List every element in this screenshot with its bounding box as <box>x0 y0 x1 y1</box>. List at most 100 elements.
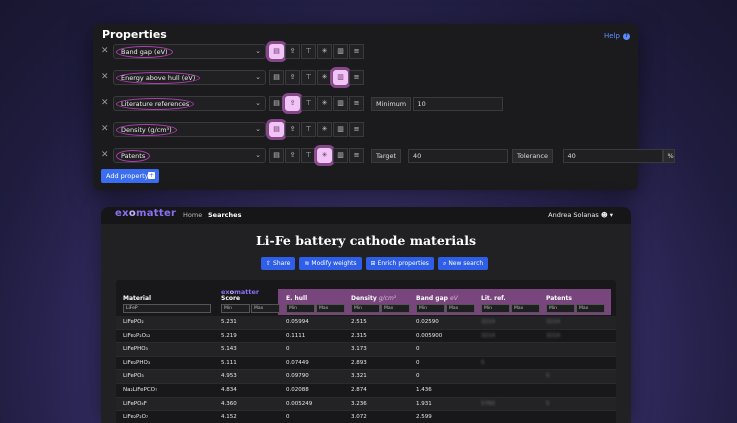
document-icon[interactable]: ▤ <box>269 70 284 85</box>
document-icon[interactable]: ▤ <box>269 122 284 137</box>
cell-bandgap: 1.436 <box>416 386 432 393</box>
min-input[interactable]: Min <box>221 304 250 313</box>
file-icon[interactable]: ▥ <box>333 44 348 59</box>
min-input[interactable]: Min <box>286 304 315 313</box>
cross-arrows-icon[interactable]: ✳ <box>317 96 332 111</box>
property-select[interactable]: Literature references ⌄ <box>113 96 266 111</box>
table-row[interactable]: LiFePO₄F 4.360 0.005249 3.236 1.931 5760 5 <box>116 397 616 412</box>
cell-score: 5.143 <box>221 346 237 353</box>
material-filter-input[interactable]: LiFeP <box>123 304 211 313</box>
results-table: Material exomatter Score E. hull Density… <box>116 280 616 423</box>
table-row[interactable]: LiFePO₃ 4.953 0.09790 3.321 0 5 <box>116 370 616 384</box>
chevron-down-icon: ⌄ <box>255 125 261 133</box>
exomatter-logo[interactable]: exomatter <box>115 208 176 219</box>
add-property-button[interactable]: Add property + <box>101 169 159 183</box>
col-patents[interactable]: Patents <box>546 295 572 302</box>
max-input[interactable]: Max <box>316 304 345 313</box>
chevron-down-icon: ⌄ <box>255 47 261 55</box>
cross-arrows-icon[interactable]: ✳ <box>317 148 332 163</box>
col-score[interactable]: Score <box>221 295 240 302</box>
modify-weights-button[interactable]: ≋ Modify weights <box>299 257 362 270</box>
constraint-input[interactable]: 10 <box>412 97 503 111</box>
cell-ehull: 0.05994 <box>286 319 309 325</box>
align-top-icon[interactable]: ⊤ <box>301 70 316 85</box>
col-density[interactable]: Density g/cm³ <box>351 295 396 302</box>
help-link[interactable]: Help ? <box>604 32 630 40</box>
cell-material: LiFePO₃ <box>123 373 144 380</box>
constraint-input[interactable]: 40 <box>562 149 663 163</box>
cross-arrows-icon[interactable]: ✳ <box>317 70 332 85</box>
max-input[interactable]: Max <box>576 304 605 313</box>
cross-arrows-icon[interactable]: ✳ <box>317 44 332 59</box>
property-select[interactable]: Energy above hull (eV) ⌄ <box>113 70 266 85</box>
max-input[interactable]: Max <box>446 304 475 313</box>
sliders-icon[interactable]: ≡ <box>349 44 364 59</box>
chevron-down-icon: ⌄ <box>255 99 261 107</box>
cross-arrows-icon[interactable]: ✳ <box>317 122 332 137</box>
table-row[interactable]: Na₂LiFePCO₇ 4.834 0.02088 2.874 1.436 <box>116 384 616 398</box>
cell-litref: 5 <box>481 359 485 366</box>
upload-icon[interactable]: ⇪ <box>285 122 300 137</box>
cell-litref: 3214 <box>481 332 495 339</box>
col-material[interactable]: Material <box>123 295 151 302</box>
cell-density: 3.072 <box>351 414 367 421</box>
action-label: Share <box>273 260 291 267</box>
chevron-down-icon: ⌄ <box>255 151 261 159</box>
col-ehull[interactable]: E. hull <box>286 295 307 302</box>
app-window: exomatter Home Searches Andrea Solanas ☻… <box>101 207 631 423</box>
action-icon: ⌕ <box>442 260 447 267</box>
nav-searches[interactable]: Searches <box>208 211 241 219</box>
table-row[interactable]: LiFePHO₃ 5.143 0 3.173 0 <box>116 343 616 357</box>
col-bandgap[interactable]: Band gap eV <box>416 295 458 302</box>
upload-icon[interactable]: ⇪ <box>285 70 300 85</box>
sliders-icon[interactable]: ≡ <box>349 148 364 163</box>
min-input[interactable]: Min <box>481 304 510 313</box>
min-input[interactable]: Min <box>546 304 575 313</box>
enrich-properties-button[interactable]: ⊞ Enrich properties <box>365 257 434 270</box>
align-top-icon[interactable]: ⊤ <box>301 122 316 137</box>
file-icon[interactable]: ▥ <box>333 122 348 137</box>
min-input[interactable]: Min <box>351 304 380 313</box>
property-select[interactable]: Patents ⌄ <box>113 148 266 163</box>
close-icon[interactable]: ✕ <box>101 124 109 134</box>
align-top-icon[interactable]: ⊤ <box>301 148 316 163</box>
align-top-icon[interactable]: ⊤ <box>301 96 316 111</box>
user-menu[interactable]: Andrea Solanas ☻ ▾ <box>548 211 613 219</box>
upload-icon[interactable]: ⇪ <box>285 96 300 111</box>
new-search-button[interactable]: ⌕ New search <box>437 257 489 270</box>
document-icon[interactable]: ▤ <box>269 148 284 163</box>
table-row[interactable]: LiFe₂PHO₃ 5.111 0.07449 2.893 0 5 <box>116 357 616 371</box>
min-input[interactable]: Min <box>416 304 445 313</box>
cell-ehull: 0.02088 <box>286 386 309 393</box>
max-input[interactable]: Max <box>511 304 540 313</box>
file-icon[interactable]: ▥ <box>333 70 348 85</box>
close-icon[interactable]: ✕ <box>101 150 109 160</box>
close-icon[interactable]: ✕ <box>101 46 109 56</box>
constraint-input[interactable]: 40 <box>408 149 508 163</box>
sliders-icon[interactable]: ≡ <box>349 96 364 111</box>
file-icon[interactable]: ▥ <box>333 96 348 111</box>
upload-icon[interactable]: ⇪ <box>285 148 300 163</box>
share-button[interactable]: ⇧ Share <box>261 257 296 270</box>
max-input[interactable]: Max <box>381 304 410 313</box>
cell-score: 4.360 <box>221 400 237 407</box>
close-icon[interactable]: ✕ <box>101 72 109 82</box>
sliders-icon[interactable]: ≡ <box>349 70 364 85</box>
table-row[interactable]: LiFePO₂ 5.231 0.05994 2.515 0.02590 3214 3214 <box>116 316 616 330</box>
document-icon[interactable]: ▤ <box>269 96 284 111</box>
cell-bandgap: 2.599 <box>416 414 432 421</box>
upload-icon[interactable]: ⇪ <box>285 44 300 59</box>
close-icon[interactable]: ✕ <box>101 98 109 108</box>
file-icon[interactable]: ▥ <box>333 148 348 163</box>
max-input[interactable]: Max <box>251 304 280 313</box>
table-row[interactable]: LiFe₂P₂O₁₂ 5.219 0.1111 2.315 0.005900 3214 32… <box>116 330 616 344</box>
table-row[interactable]: LiFe₂P₂O₇ 4.152 0 3.072 2.599 <box>116 411 616 423</box>
cell-material: Na₂LiFePCO₇ <box>123 386 158 393</box>
property-select[interactable]: Band gap (eV) ⌄ <box>113 44 266 59</box>
align-top-icon[interactable]: ⊤ <box>301 44 316 59</box>
property-select[interactable]: Density (g/cm³) ⌄ <box>113 122 266 137</box>
nav-home[interactable]: Home <box>183 211 202 219</box>
document-icon[interactable]: ▤ <box>269 44 284 59</box>
col-litref[interactable]: Lit. ref. <box>481 295 506 302</box>
sliders-icon[interactable]: ≡ <box>349 122 364 137</box>
